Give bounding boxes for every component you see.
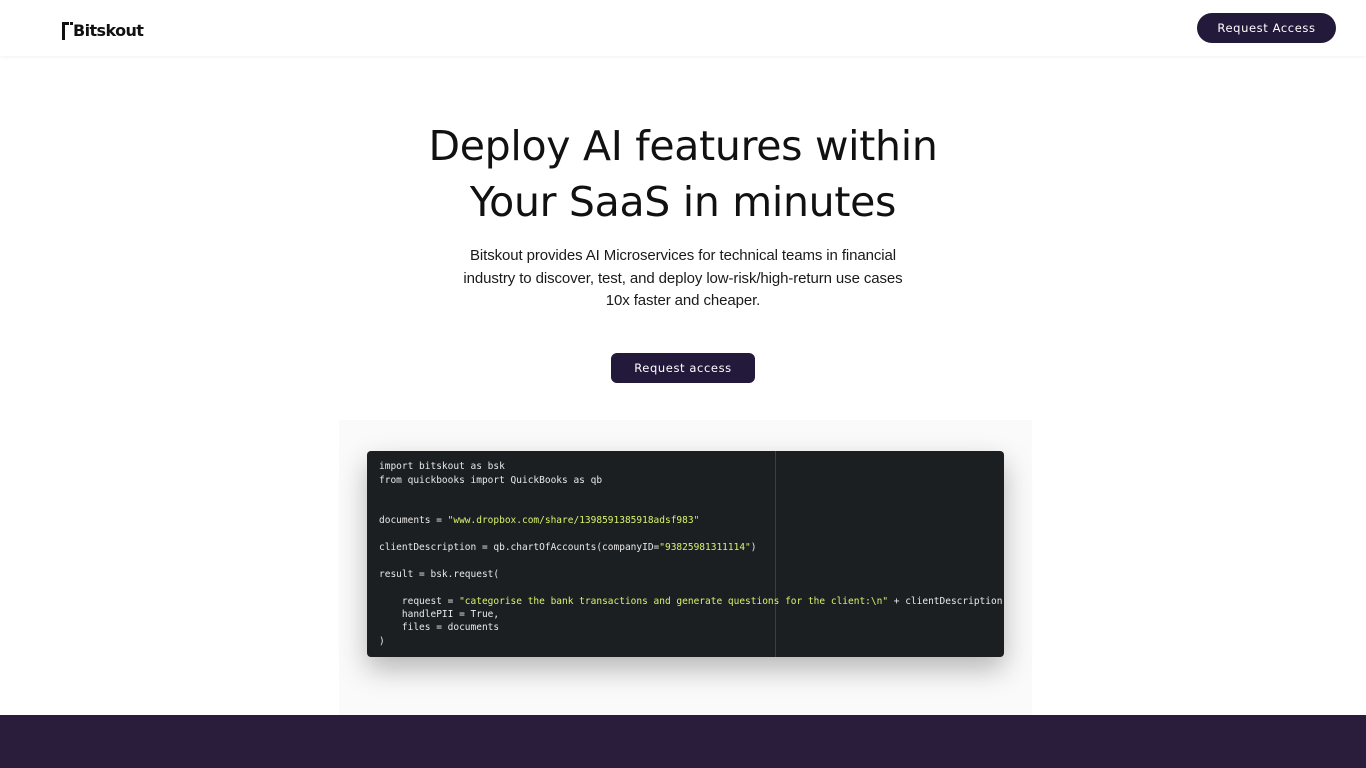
- hero-title-line-2: Your SaaS in minutes: [469, 178, 897, 226]
- code-line: ): [379, 636, 385, 647]
- logo-mark-icon: [62, 22, 73, 40]
- code-line: clientDescription = qb.chartOfAccounts(c…: [379, 542, 757, 553]
- request-access-cta-button[interactable]: Request access: [611, 353, 755, 383]
- hero-subtitle-line-2: industry to discover, test, and deploy l…: [463, 269, 903, 287]
- hero-subtitle-line-1: Bitskout provides AI Microservices for t…: [470, 247, 896, 264]
- code-editor-window: import bitskout as bsk from quickbooks i…: [367, 451, 1004, 657]
- hero-subtitle-line-3: 10x faster and cheaper.: [605, 292, 761, 309]
- top-navigation-bar: Bitskout Request Access: [0, 0, 1366, 56]
- bitskout-logo[interactable]: Bitskout: [62, 18, 144, 40]
- logo-text: Bitskout: [73, 21, 144, 40]
- hero-title: Deploy AI features within Your SaaS in m…: [333, 118, 1033, 230]
- code-line: from quickbooks import QuickBooks as qb: [379, 475, 603, 486]
- hero-title-line-1: Deploy AI features within: [428, 122, 938, 170]
- code-line: documents = "www.dropbox.com/share/13985…: [379, 515, 700, 526]
- hero-subtitle: Bitskout provides AI Microservices for t…: [433, 245, 933, 313]
- code-column-divider: [775, 451, 776, 657]
- code-line: request = "categorise the bank transacti…: [379, 596, 1004, 607]
- code-line: import bitskout as bsk: [379, 461, 505, 472]
- footer-band: [0, 715, 1366, 768]
- code-line: handlePII = True,: [379, 609, 500, 620]
- code-line: files = documents: [379, 622, 500, 633]
- code-line: result = bsk.request(: [379, 569, 500, 580]
- request-access-button[interactable]: Request Access: [1197, 13, 1336, 43]
